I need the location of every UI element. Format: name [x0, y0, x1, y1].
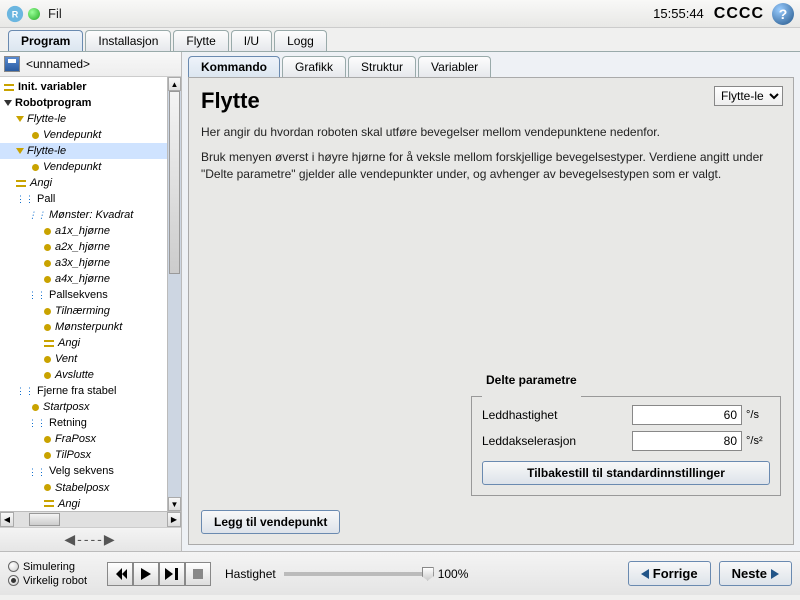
tree-angi[interactable]: Angi	[30, 177, 52, 189]
description-1: Her angir du hvordan roboten skal utføre…	[201, 124, 781, 141]
speed-label: Hastighet	[225, 567, 276, 581]
file-name: <unnamed>	[26, 57, 90, 71]
add-waypoint-button[interactable]: Legg til vendepunkt	[201, 510, 340, 534]
save-icon[interactable]	[4, 56, 20, 72]
cccc-label: CCCC	[714, 5, 764, 23]
bottom-bar: Simulering Virkelig robot Hastighet 100%…	[0, 551, 800, 595]
stop-button[interactable]	[185, 562, 211, 586]
scroll-left-icon[interactable]: ◀	[0, 512, 14, 527]
scroll-right-icon[interactable]: ▶	[167, 512, 181, 527]
subtab-struktur[interactable]: Struktur	[348, 56, 416, 77]
page-title: Flytte	[201, 88, 781, 114]
tab-flytte[interactable]: Flytte	[173, 30, 228, 51]
reset-defaults-button[interactable]: Tilbakestill til standardinnstillinger	[482, 461, 770, 485]
slider-thumb[interactable]	[422, 567, 434, 581]
scroll-up-icon[interactable]: ▲	[168, 77, 181, 91]
tree-a3[interactable]: a3x_hjørne	[55, 257, 110, 269]
params-legend: Delte parametre	[482, 373, 581, 387]
tab-installasjon[interactable]: Installasjon	[85, 30, 171, 51]
program-tree[interactable]: Init. variabler Robotprogram Flytte-le V…	[0, 77, 167, 511]
tab-iu[interactable]: I/U	[231, 30, 272, 51]
main-tabs: Program Installasjon Flytte I/U Logg	[0, 28, 800, 51]
top-menu-bar: R Fil 15:55:44 CCCC ?	[0, 0, 800, 28]
sim-label: Simulering	[23, 561, 75, 573]
playback-controls	[107, 562, 211, 586]
subtab-grafikk[interactable]: Grafikk	[282, 56, 346, 77]
program-tree-panel: <unnamed> Init. variabler Robotprogram F…	[0, 52, 182, 551]
subtab-kommando[interactable]: Kommando	[188, 56, 280, 77]
speed-unit: °/s	[746, 409, 770, 421]
clock: 15:55:44	[653, 6, 704, 21]
tree-approach[interactable]: Tilnærming	[55, 305, 110, 317]
tree-remove[interactable]: Fjerne fra stabel	[37, 385, 116, 397]
help-button[interactable]: ?	[772, 3, 794, 25]
hscroll-thumb[interactable]	[29, 513, 60, 526]
file-header: <unnamed>	[0, 52, 181, 77]
tree-a4[interactable]: a4x_hjørne	[55, 273, 110, 285]
tree-pall[interactable]: Pall	[37, 193, 55, 205]
command-panel: Flytte Flytte-le Her angir du hvordan ro…	[188, 77, 794, 545]
move-type-dropdown[interactable]: Flytte-le	[714, 86, 783, 106]
tree-wp1[interactable]: Vendepunkt	[43, 129, 101, 141]
tree-move1[interactable]: Flytte-le	[27, 113, 66, 125]
play-button[interactable]	[133, 562, 159, 586]
tree-vscrollbar[interactable]: ▲ ▼	[167, 77, 181, 511]
tab-logg[interactable]: Logg	[274, 30, 327, 51]
tree-startpos[interactable]: Startposx	[43, 401, 89, 413]
joint-speed-input[interactable]	[632, 405, 742, 425]
arrow-left-icon	[641, 569, 649, 579]
tree-vent[interactable]: Vent	[55, 353, 77, 365]
tree-velgseq[interactable]: Velg sekvens	[49, 465, 114, 477]
tab-program[interactable]: Program	[8, 30, 83, 51]
accel-unit: °/s²	[746, 435, 770, 447]
tree-frapos[interactable]: FraPosx	[55, 433, 96, 445]
tree-init[interactable]: Init. variabler	[18, 81, 86, 93]
tree-a1[interactable]: a1x_hjørne	[55, 225, 110, 237]
tree-direction[interactable]: Retning	[49, 417, 87, 429]
joint-accel-input[interactable]	[632, 431, 742, 451]
tree-pattern[interactable]: Mønster: Kvadrat	[49, 209, 133, 221]
arrow-right-icon	[771, 569, 779, 579]
sub-tabs: Kommando Grafikk Struktur Variabler	[182, 52, 800, 77]
real-label: Virkelig robot	[23, 575, 87, 587]
tree-move2[interactable]: Flytte-le	[27, 145, 66, 157]
svg-text:R: R	[12, 9, 19, 19]
joint-accel-label: Leddakselerasjon	[482, 434, 632, 448]
description-2: Bruk menyen øverst i høyre hjørne for å …	[201, 149, 781, 183]
step-button[interactable]	[159, 562, 185, 586]
sim-radio[interactable]	[8, 561, 19, 572]
shared-params-group: Delte parametre Leddhastighet °/s Leddak…	[471, 389, 781, 496]
tree-tilpos[interactable]: TilPosx	[55, 449, 91, 461]
tree-nav-arrows[interactable]: ◀----▶	[0, 527, 181, 551]
joint-speed-label: Leddhastighet	[482, 408, 632, 422]
prev-button[interactable]: Forrige	[628, 561, 711, 586]
rewind-button[interactable]	[107, 562, 133, 586]
tree-hscrollbar[interactable]: ◀ ▶	[0, 511, 181, 527]
tree-angi3[interactable]: Angi	[58, 498, 80, 510]
scroll-down-icon[interactable]: ▼	[168, 497, 181, 511]
tree-stabelpos[interactable]: Stabelposx	[55, 482, 109, 494]
subtab-variabler[interactable]: Variabler	[418, 56, 491, 77]
tree-exit[interactable]: Avslutte	[55, 369, 94, 381]
move-type-select[interactable]: Flytte-le	[714, 86, 783, 106]
speed-percent: 100%	[438, 567, 469, 581]
speed-slider[interactable]	[284, 572, 434, 576]
menu-fil[interactable]: Fil	[48, 6, 62, 21]
scroll-thumb[interactable]	[169, 91, 180, 274]
ur-logo-icon: R	[6, 5, 24, 23]
tree-robotprogram[interactable]: Robotprogram	[15, 97, 91, 109]
tree-angi2[interactable]: Angi	[58, 337, 80, 349]
next-button[interactable]: Neste	[719, 561, 792, 586]
tree-a2[interactable]: a2x_hjørne	[55, 241, 110, 253]
tree-wp2[interactable]: Vendepunkt	[43, 161, 101, 173]
real-radio[interactable]	[8, 575, 19, 586]
status-dot-icon	[28, 8, 40, 20]
run-mode-radio: Simulering Virkelig robot	[8, 561, 87, 587]
tree-patternpt[interactable]: Mønsterpunkt	[55, 321, 122, 333]
tree-pallseq[interactable]: Pallsekvens	[49, 289, 108, 301]
